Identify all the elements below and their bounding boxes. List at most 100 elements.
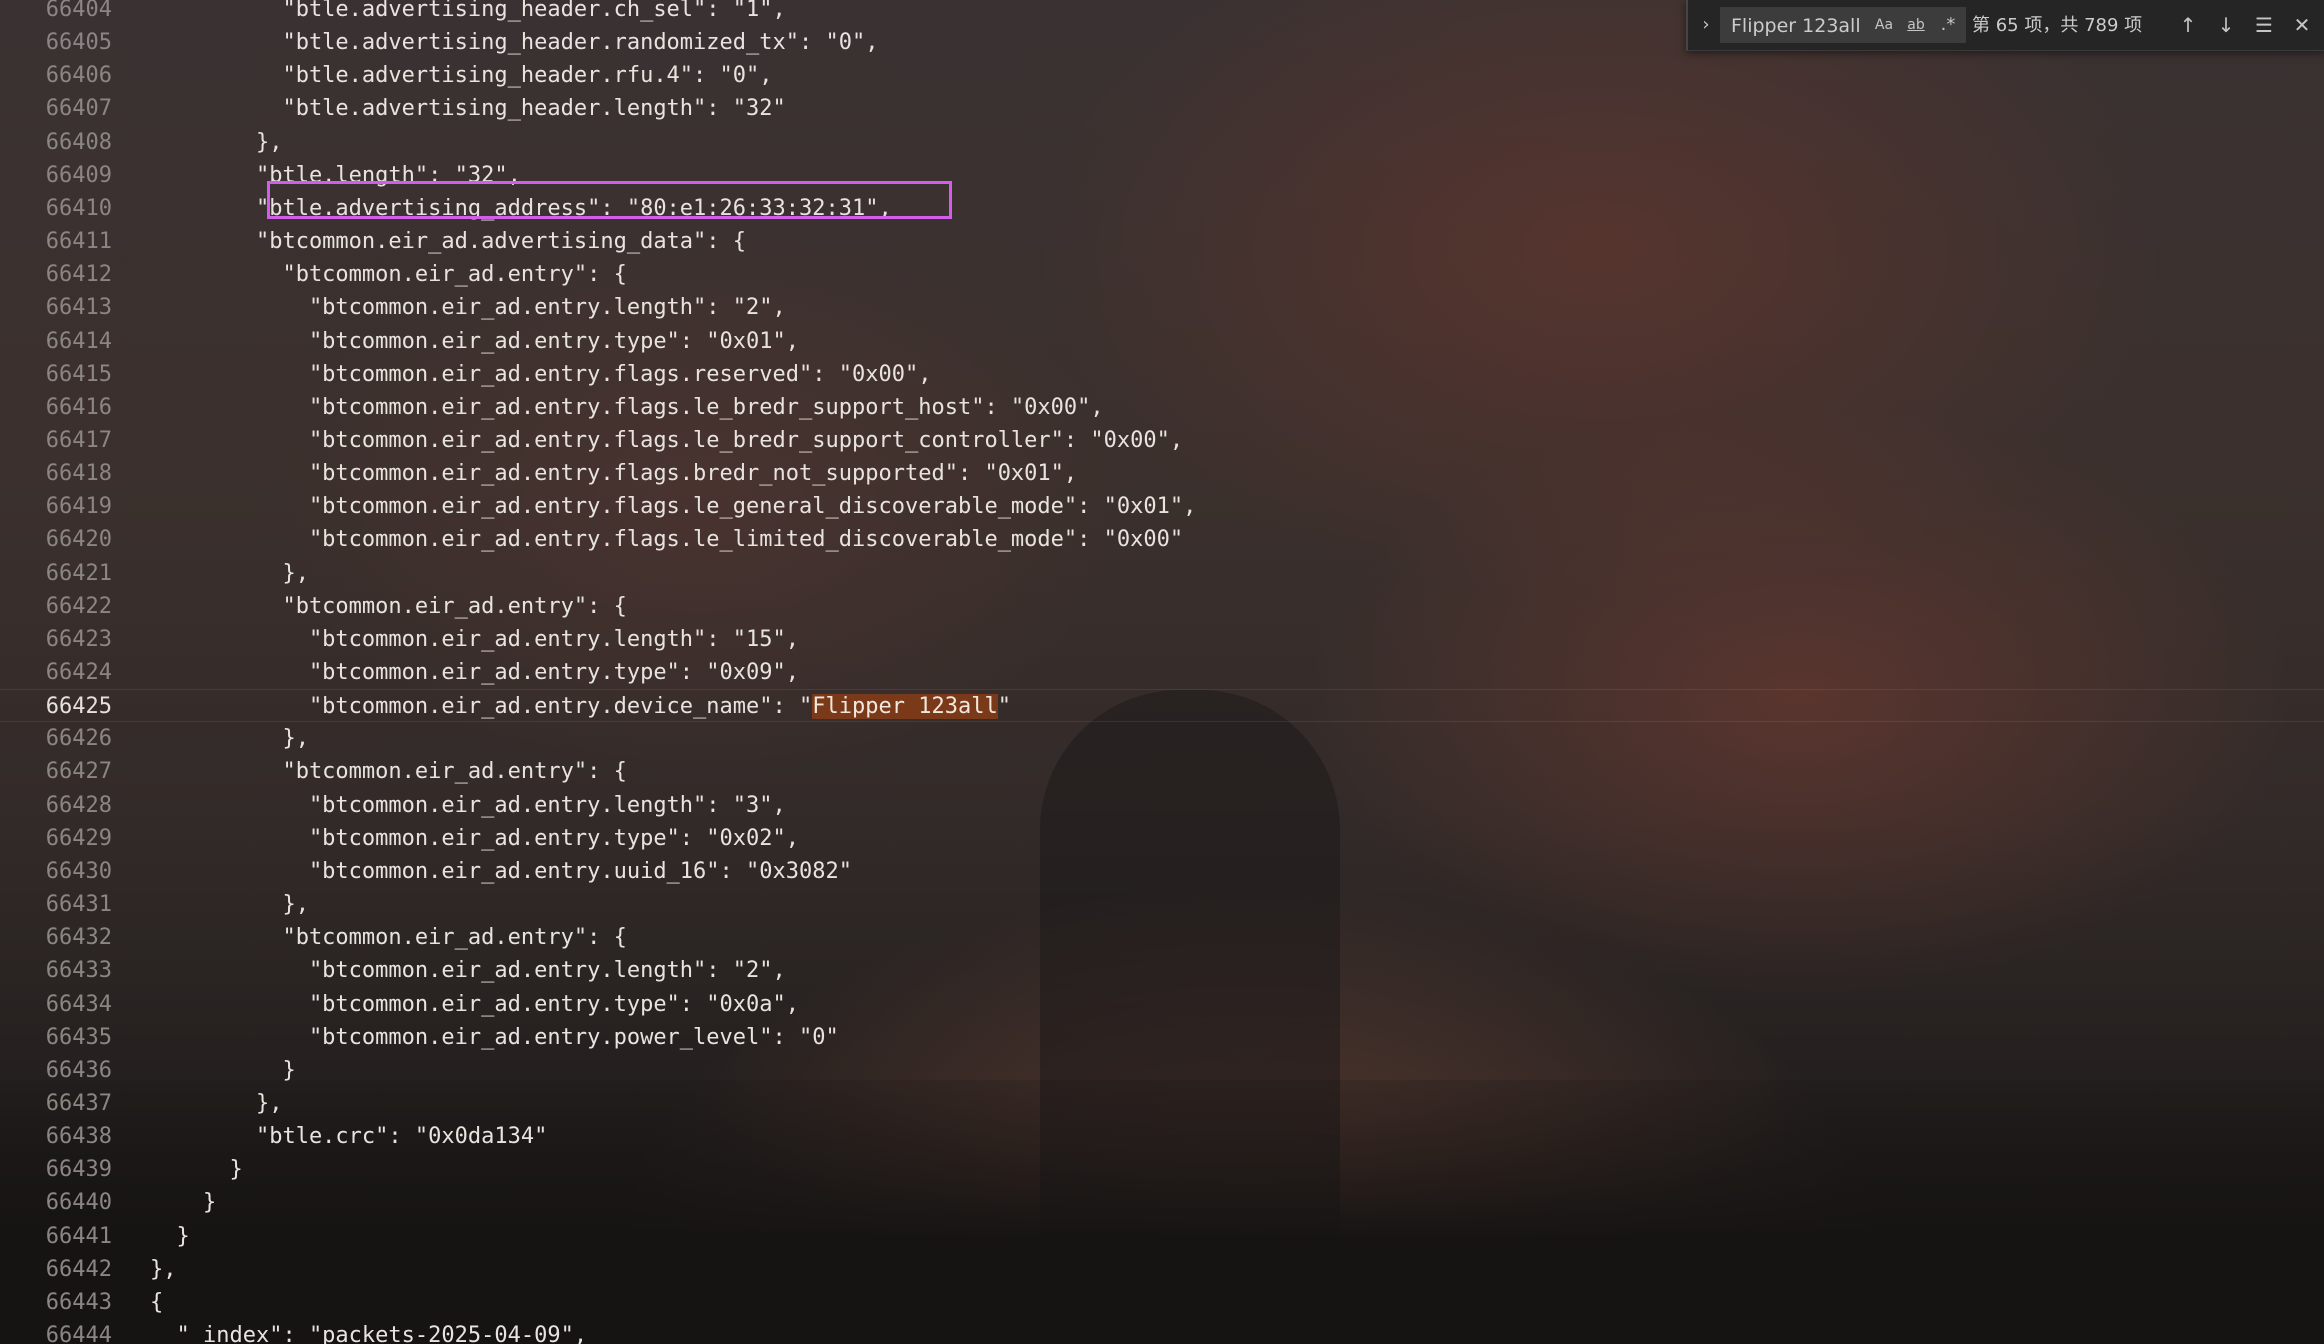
line-number: 66409	[45, 162, 112, 188]
line-number: 66433	[45, 958, 112, 984]
code-line[interactable]: 66414 "btcommon.eir_ad.entry.type": "0x0…	[0, 325, 2324, 358]
line-text: },	[150, 560, 309, 586]
arrow-down-icon: ↓	[2217, 13, 2235, 37]
find-result-count: 第 65 项，共 789 项	[1972, 15, 2143, 36]
line-text: "btle.advertising_header.ch_sel": "1",	[150, 0, 786, 22]
line-text: "btcommon.eir_ad.entry": {	[150, 262, 627, 288]
line-text: }	[150, 1190, 217, 1216]
line-text-with-match: "btcommon.eir_ad.entry.device_name": "Fl…	[150, 690, 1011, 723]
line-number: 66413	[45, 295, 112, 321]
line-text: },	[150, 1090, 283, 1116]
line-number: 66414	[45, 328, 112, 354]
line-number: 66408	[45, 129, 112, 155]
code-line[interactable]: 66424 "btcommon.eir_ad.entry.type": "0x0…	[0, 656, 2324, 689]
line-text: "btcommon.eir_ad.entry": {	[150, 925, 627, 951]
code-line[interactable]: 66435 "btcommon.eir_ad.entry.power_level…	[0, 1021, 2324, 1054]
find-widget: › Aa ab .* 第 65 项，共 789 项 ↑ ↓ ☰ ✕	[1686, 0, 2324, 51]
line-text: "btcommon.eir_ad.entry.length": "3",	[150, 792, 786, 818]
code-line[interactable]: 66406 "btle.advertising_header.rfu.4": "…	[0, 59, 2324, 92]
code-line[interactable]: 66415 "btcommon.eir_ad.entry.flags.reser…	[0, 358, 2324, 391]
code-line[interactable]: 66416 "btcommon.eir_ad.entry.flags.le_br…	[0, 391, 2324, 424]
line-number: 66412	[45, 262, 112, 288]
regex-button[interactable]: .*	[1935, 14, 1961, 36]
line-number: 66440	[45, 1190, 112, 1216]
code-line[interactable]: 66411 "btcommon.eir_ad.advertising_data"…	[0, 225, 2324, 258]
toggle-replace-button[interactable]: ›	[1696, 12, 1716, 38]
find-in-selection-button[interactable]: ☰	[2250, 12, 2278, 38]
code-line[interactable]: 66444 "_index": "packets-2025-04-09",	[0, 1319, 2324, 1344]
line-text: "btcommon.eir_ad.entry.uuid_16": "0x3082…	[150, 858, 852, 884]
code-line[interactable]: 66441 }	[0, 1220, 2324, 1253]
line-text: "btcommon.eir_ad.entry.flags.bredr_not_s…	[150, 461, 1078, 487]
code-line[interactable]: 66434 "btcommon.eir_ad.entry.type": "0x0…	[0, 988, 2324, 1021]
code-line[interactable]: 66437 },	[0, 1087, 2324, 1120]
line-number: 66435	[45, 1024, 112, 1050]
line-text: "_index": "packets-2025-04-09",	[150, 1323, 588, 1344]
line-text: },	[150, 129, 283, 155]
line-text: }	[150, 1223, 190, 1249]
line-number: 66428	[45, 792, 112, 818]
line-text: "btcommon.eir_ad.advertising_data": {	[150, 229, 747, 255]
code-line[interactable]: 66407 "btle.advertising_header.length": …	[0, 92, 2324, 125]
code-line[interactable]: 66427 "btcommon.eir_ad.entry": {	[0, 755, 2324, 788]
line-text: "btcommon.eir_ad.entry.power_level": "0"	[150, 1024, 839, 1050]
code-line[interactable]: 66426 },	[0, 722, 2324, 755]
code-line[interactable]: 66433 "btcommon.eir_ad.entry.length": "2…	[0, 954, 2324, 987]
line-number: 66443	[45, 1289, 112, 1315]
code-line[interactable]: 66421 },	[0, 557, 2324, 590]
code-editor[interactable]: 66404 "btle.advertising_header.ch_sel": …	[0, 0, 2324, 1344]
line-text: "btle.advertising_header.length": "32"	[150, 96, 786, 122]
line-number: 66410	[45, 195, 112, 221]
line-text: "btcommon.eir_ad.entry.flags.le_bredr_su…	[150, 427, 1184, 453]
line-number: 66419	[45, 494, 112, 520]
line-number: 66434	[45, 991, 112, 1017]
code-line[interactable]: 66438 "btle.crc": "0x0da134"	[0, 1120, 2324, 1153]
code-line[interactable]: 66429 "btcommon.eir_ad.entry.type": "0x0…	[0, 822, 2324, 855]
code-line[interactable]: 66418 "btcommon.eir_ad.entry.flags.bredr…	[0, 457, 2324, 490]
line-text: "btcommon.eir_ad.entry.type": "0x02",	[150, 825, 800, 851]
line-text: }	[150, 1157, 243, 1183]
find-input[interactable]	[1729, 8, 1863, 44]
whole-word-button[interactable]: ab	[1901, 14, 1931, 36]
line-number: 66439	[45, 1157, 112, 1183]
find-in-selection-icon: ☰	[2255, 13, 2273, 37]
arrow-up-icon: ↑	[2179, 13, 2197, 37]
code-line[interactable]: 66431 },	[0, 888, 2324, 921]
code-line[interactable]: 66432 "btcommon.eir_ad.entry": {	[0, 921, 2324, 954]
line-number: 66441	[45, 1223, 112, 1249]
chevron-right-icon: ›	[1702, 14, 1710, 35]
code-line[interactable]: 66442},	[0, 1253, 2324, 1286]
code-line[interactable]: 66422 "btcommon.eir_ad.entry": {	[0, 590, 2324, 623]
code-line[interactable]: 66408 },	[0, 126, 2324, 159]
code-line[interactable]: 66419 "btcommon.eir_ad.entry.flags.le_ge…	[0, 490, 2324, 523]
code-line[interactable]: 66428 "btcommon.eir_ad.entry.length": "3…	[0, 789, 2324, 822]
match-case-button[interactable]: Aa	[1871, 14, 1897, 36]
code-line[interactable]: 66412 "btcommon.eir_ad.entry": {	[0, 258, 2324, 291]
find-input-box[interactable]: Aa ab .*	[1720, 7, 1966, 44]
code-line[interactable]: 66430 "btcommon.eir_ad.entry.uuid_16": "…	[0, 855, 2324, 888]
code-line[interactable]: 66436 }	[0, 1054, 2324, 1087]
code-line[interactable]: 66439 }	[0, 1153, 2324, 1186]
line-number: 66432	[45, 925, 112, 951]
code-line[interactable]: 66443 {	[0, 1286, 2324, 1319]
line-text: "btle.advertising_header.randomized_tx":…	[150, 30, 879, 56]
code-line[interactable]: 66417 "btcommon.eir_ad.entry.flags.le_br…	[0, 424, 2324, 457]
line-number: 66423	[45, 626, 112, 652]
line-number: 66438	[45, 1124, 112, 1150]
next-match-button[interactable]: ↓	[2212, 12, 2240, 38]
code-line[interactable]: 66440 }	[0, 1186, 2324, 1219]
code-line[interactable]: 66425 "btcommon.eir_ad.entry.device_name…	[0, 689, 2324, 723]
line-text: },	[150, 892, 309, 918]
code-line[interactable]: 66420 "btcommon.eir_ad.entry.flags.le_li…	[0, 523, 2324, 556]
line-number: 66404	[45, 0, 112, 22]
line-text: "btcommon.eir_ad.entry.flags.le_general_…	[150, 494, 1197, 520]
line-number: 66421	[45, 560, 112, 586]
line-number: 66442	[45, 1256, 112, 1282]
close-find-button[interactable]: ✕	[2288, 12, 2316, 38]
code-line[interactable]: 66413 "btcommon.eir_ad.entry.length": "2…	[0, 291, 2324, 324]
line-number: 66417	[45, 427, 112, 453]
line-number: 66418	[45, 461, 112, 487]
previous-match-button[interactable]: ↑	[2174, 12, 2202, 38]
line-number: 66420	[45, 527, 112, 553]
code-line[interactable]: 66423 "btcommon.eir_ad.entry.length": "1…	[0, 623, 2324, 656]
